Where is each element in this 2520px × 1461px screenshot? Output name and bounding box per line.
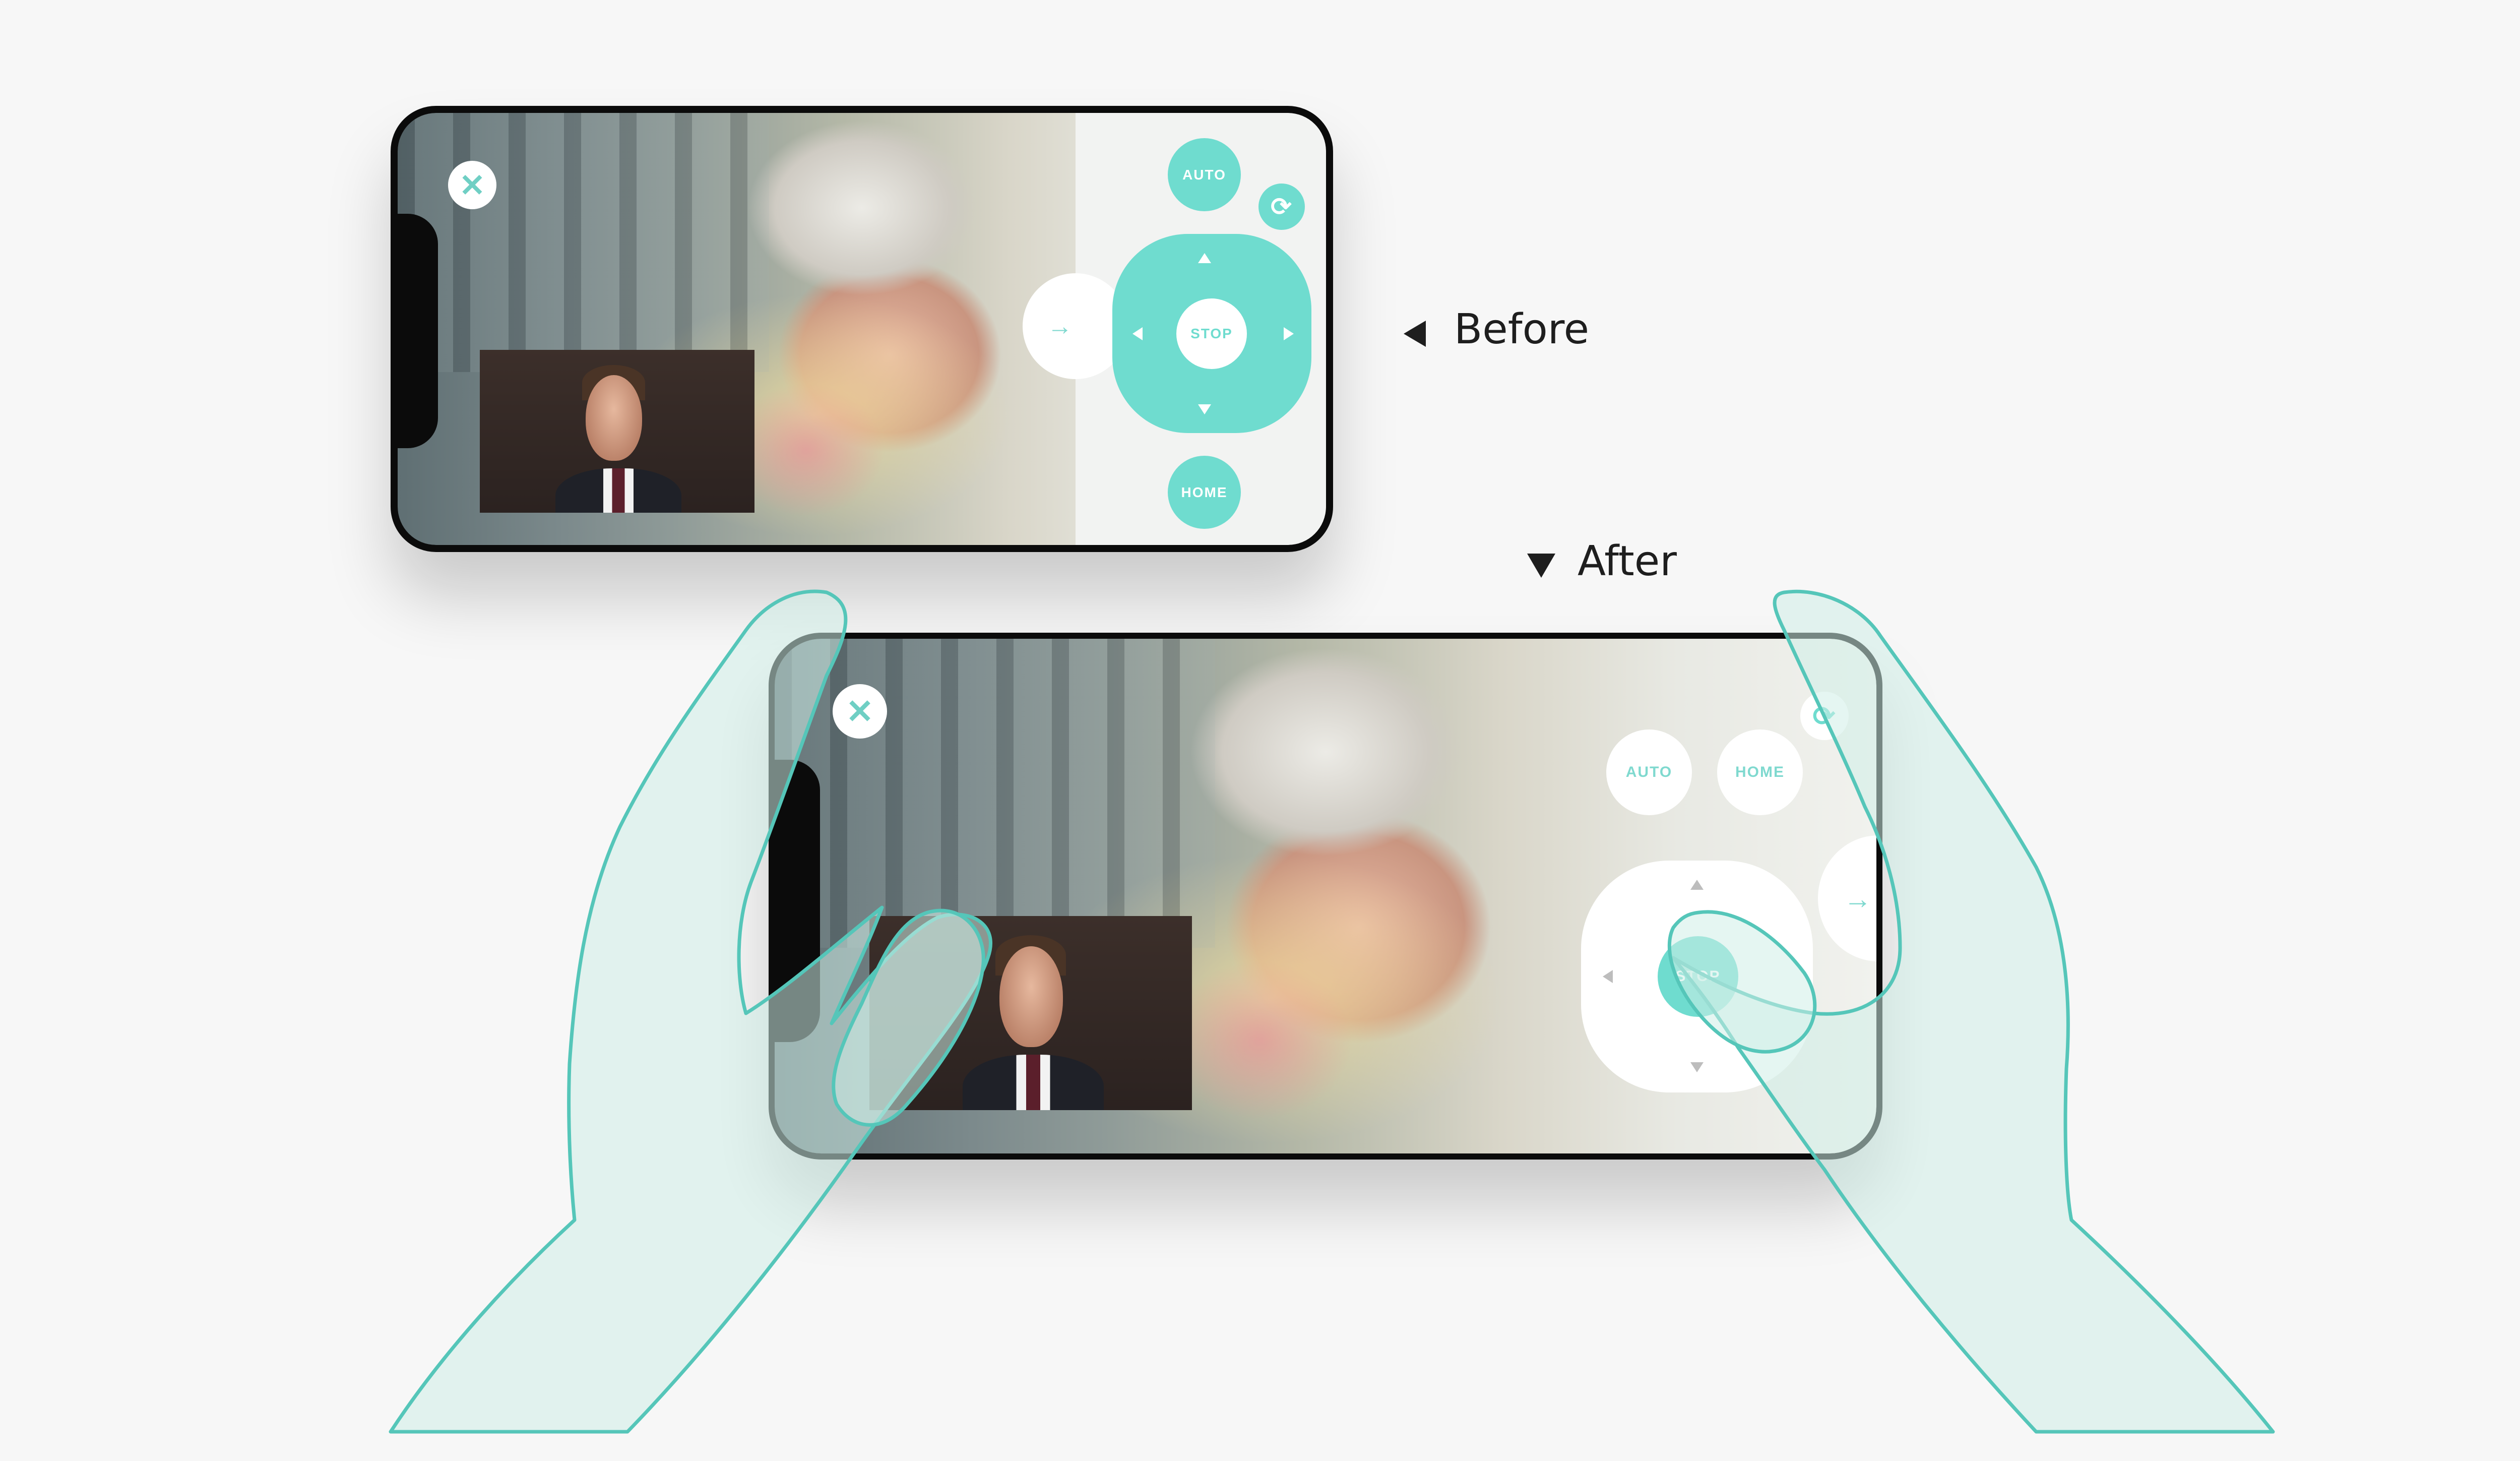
pip-person-suit (555, 468, 681, 513)
background-window (775, 639, 1216, 948)
before-screen: ✕ → AUTO ⟳ STOP HOME (398, 113, 1326, 545)
after-home-button[interactable]: HOME (1717, 729, 1803, 815)
before-stop-button[interactable]: STOP (1176, 298, 1247, 369)
close-icon: ✕ (846, 692, 874, 730)
arrow-down-icon[interactable] (1198, 404, 1211, 414)
arrow-up-icon[interactable] (1198, 253, 1211, 263)
pip-person-suit (963, 1055, 1104, 1110)
before-close-button[interactable]: ✕ (448, 161, 496, 209)
before-phone-frame: ✕ → AUTO ⟳ STOP HOME (391, 106, 1333, 552)
pip-person-face (586, 375, 642, 461)
after-close-button[interactable]: ✕ (833, 684, 887, 739)
side-arrow-icon: → (1844, 882, 1873, 915)
rotate-icon: ⟳ (1812, 701, 1837, 732)
auto-label: AUTO (1625, 764, 1673, 780)
after-notch (775, 760, 820, 1042)
arrow-left-icon[interactable] (1132, 327, 1143, 340)
side-arrow-icon: → (1047, 312, 1074, 340)
home-label: HOME (1181, 484, 1228, 500)
stop-label: STOP (1190, 326, 1233, 341)
pip-person-face (999, 946, 1063, 1047)
after-stop-button[interactable]: STOP (1658, 936, 1738, 1017)
before-pip-video[interactable] (480, 350, 754, 513)
after-screen: ✕ ⟳ AUTO HOME → STOP (775, 639, 1876, 1153)
after-pip-video[interactable] (869, 916, 1192, 1110)
after-pointer-icon (1527, 554, 1555, 578)
after-auto-button[interactable]: AUTO (1606, 729, 1692, 815)
stop-label: STOP (1675, 968, 1721, 985)
auto-label: AUTO (1182, 166, 1226, 182)
close-icon: ✕ (459, 168, 485, 203)
before-label: Before (1454, 306, 1590, 353)
after-label: After (1578, 537, 1677, 585)
arrow-left-icon[interactable] (1603, 970, 1613, 983)
home-label: HOME (1735, 764, 1785, 780)
after-rotate-button[interactable]: ⟳ (1800, 692, 1849, 740)
arrow-right-icon[interactable] (1284, 327, 1294, 340)
rotate-icon: ⟳ (1271, 193, 1293, 221)
after-phone-frame: ✕ ⟳ AUTO HOME → STOP (769, 633, 1882, 1160)
before-home-button[interactable]: HOME (1168, 456, 1241, 529)
arrow-up-icon[interactable] (1690, 880, 1704, 890)
before-pointer-icon (1404, 321, 1426, 347)
before-rotate-button[interactable]: ⟳ (1258, 184, 1305, 230)
background-window (398, 113, 769, 373)
arrow-down-icon[interactable] (1690, 1062, 1704, 1072)
before-notch (398, 214, 438, 448)
before-auto-button[interactable]: AUTO (1168, 138, 1241, 211)
